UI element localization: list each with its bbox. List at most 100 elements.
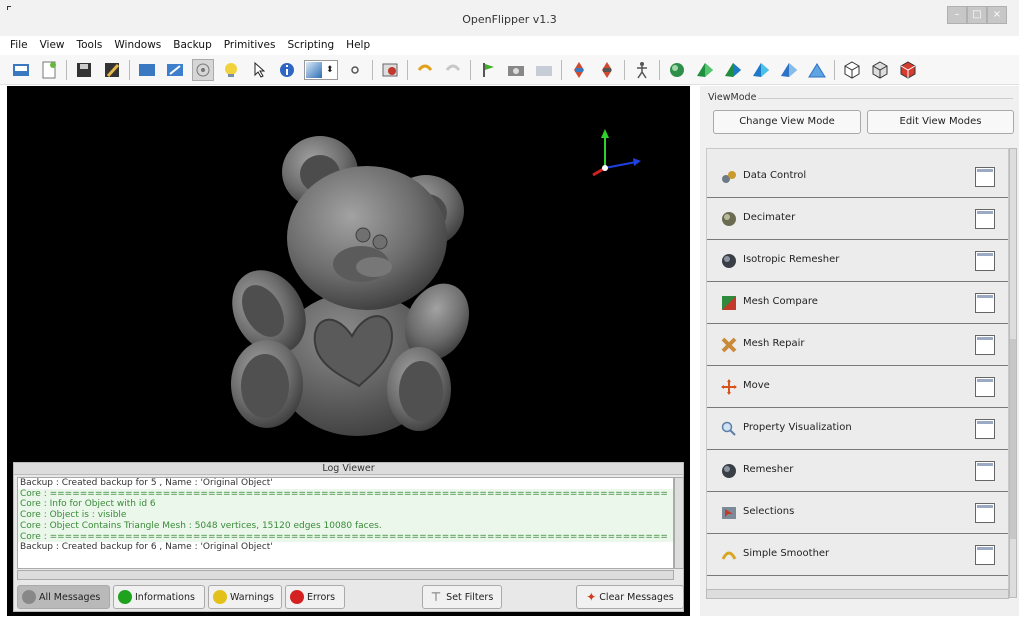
light-mode-icon[interactable] bbox=[220, 59, 242, 81]
log-vertical-scrollbar[interactable] bbox=[674, 477, 684, 569]
toolbox-label: Decimater bbox=[743, 212, 796, 223]
maximize-button[interactable]: □ bbox=[967, 6, 987, 24]
new-file-icon[interactable] bbox=[38, 59, 60, 81]
redo-icon[interactable] bbox=[442, 59, 464, 81]
wireframe-shaded-icon[interactable] bbox=[722, 59, 744, 81]
toolbox-decimater[interactable]: Decimater bbox=[707, 198, 1008, 240]
toolbox-property-visualization[interactable]: Property Visualization bbox=[707, 408, 1008, 450]
edit-view-icon[interactable] bbox=[164, 59, 186, 81]
simple-smoother-icon bbox=[721, 551, 737, 560]
toolbox-move[interactable]: Move bbox=[707, 366, 1008, 408]
snapshot-icon[interactable] bbox=[379, 59, 401, 81]
magnifier-icon bbox=[721, 421, 736, 436]
toolbox-toggle-checkbox[interactable] bbox=[975, 419, 995, 439]
toolbox-toggle-checkbox[interactable] bbox=[975, 167, 995, 187]
toolbox-toggle-checkbox[interactable] bbox=[975, 293, 995, 313]
save-as-icon[interactable] bbox=[101, 59, 123, 81]
data-control-icon bbox=[722, 171, 736, 183]
move-icon bbox=[721, 379, 737, 395]
toolbox-toggle-checkbox[interactable] bbox=[975, 503, 995, 523]
toolbox-simple-smoother[interactable]: Simple Smoother bbox=[707, 534, 1008, 576]
move-selection-icon[interactable] bbox=[596, 59, 618, 81]
toolbox-data-control[interactable]: Data Control bbox=[707, 156, 1008, 198]
toolbox-toggle-checkbox[interactable] bbox=[975, 461, 995, 481]
change-view-mode-button[interactable]: Change View Mode bbox=[713, 110, 861, 134]
toolbox-toggle-checkbox[interactable] bbox=[975, 335, 995, 355]
scene-icon[interactable] bbox=[533, 59, 555, 81]
close-button[interactable]: × bbox=[987, 6, 1007, 24]
warnings-button[interactable]: Warnings bbox=[208, 585, 282, 609]
menu-scripting[interactable]: Scripting bbox=[287, 36, 334, 54]
toolbox-label: Mesh Repair bbox=[743, 338, 805, 349]
triangle-icon[interactable] bbox=[806, 59, 828, 81]
toolbox-list: Data Control Decimater Isotropic Remeshe… bbox=[706, 148, 1009, 598]
background-color-combo[interactable]: ⬍ bbox=[304, 59, 338, 80]
stereo-icon[interactable] bbox=[344, 59, 366, 81]
toolbox-toggle-checkbox[interactable] bbox=[975, 377, 995, 397]
toolbox-label: Selections bbox=[743, 506, 795, 517]
menu-help[interactable]: Help bbox=[346, 36, 370, 54]
informations-button[interactable]: Informations bbox=[113, 585, 205, 609]
minimize-button[interactable]: – bbox=[947, 6, 967, 24]
menu-primitives[interactable]: Primitives bbox=[224, 36, 276, 54]
cube-red-icon[interactable] bbox=[897, 59, 919, 81]
menu-backup[interactable]: Backup bbox=[173, 36, 212, 54]
toolbox-horizontal-scrollbar[interactable] bbox=[706, 589, 1009, 599]
menu-tools[interactable]: Tools bbox=[77, 36, 103, 54]
undo-icon[interactable] bbox=[414, 59, 436, 81]
toolbox-label: Remesher bbox=[743, 464, 794, 475]
errors-button[interactable]: Errors bbox=[285, 585, 345, 609]
toolbox-label: Move bbox=[743, 380, 770, 391]
warnings-label: Warnings bbox=[230, 591, 275, 603]
set-filters-button[interactable]: ⊤ Set Filters bbox=[422, 585, 502, 609]
toolbox-mesh-repair[interactable]: Mesh Repair bbox=[707, 324, 1008, 366]
toolbox-mesh-compare[interactable]: Mesh Compare bbox=[707, 282, 1008, 324]
scrollbar-thumb[interactable] bbox=[1010, 339, 1016, 539]
faces-edges-icon[interactable] bbox=[778, 59, 800, 81]
toolbox-dock: ViewMode Change View Mode Edit View Mode… bbox=[700, 86, 1019, 616]
all-messages-button[interactable]: All Messages bbox=[17, 585, 110, 609]
log-filter-bar: All Messages Informations Warnings Error… bbox=[17, 585, 684, 609]
skeleton-icon[interactable] bbox=[631, 59, 653, 81]
mesh-compare-icon bbox=[722, 296, 736, 310]
log-messages[interactable]: Backup : Created backup for 5 , Name : '… bbox=[17, 477, 674, 569]
edit-view-modes-button[interactable]: Edit View Modes bbox=[867, 110, 1014, 134]
move-object-icon[interactable] bbox=[568, 59, 590, 81]
smooth-shaded-icon[interactable] bbox=[666, 59, 688, 81]
log-line: Backup : Created backup for 6 , Name : '… bbox=[20, 542, 273, 553]
menu-windows[interactable]: Windows bbox=[114, 36, 161, 54]
cube-solid-icon[interactable] bbox=[869, 59, 891, 81]
green-dot-icon bbox=[118, 590, 132, 604]
save-icon[interactable] bbox=[73, 59, 95, 81]
toolbox-toggle-checkbox[interactable] bbox=[975, 545, 995, 565]
clear-messages-button[interactable]: ✦ Clear Messages bbox=[576, 585, 684, 609]
toolbox-toggle-checkbox[interactable] bbox=[975, 209, 995, 229]
log-line: Core : Object Contains Triangle Mesh : 5… bbox=[18, 520, 673, 532]
toolbar-separator bbox=[659, 59, 660, 80]
red-dot-icon bbox=[290, 590, 304, 604]
log-horizontal-scrollbar[interactable] bbox=[17, 570, 674, 580]
toolbox-remesher[interactable]: Remesher bbox=[707, 450, 1008, 492]
camera-icon[interactable] bbox=[505, 59, 527, 81]
toolbox-isotropic-remesher[interactable]: Isotropic Remesher bbox=[707, 240, 1008, 282]
all-messages-label: All Messages bbox=[39, 591, 101, 603]
cube-wire-icon[interactable] bbox=[841, 59, 863, 81]
log-viewer-title: Log Viewer bbox=[14, 463, 683, 475]
toolbar-separator bbox=[834, 59, 835, 80]
flag-icon[interactable] bbox=[477, 59, 499, 81]
log-line: Core : Info for Object with id 6 bbox=[18, 499, 673, 511]
set-filters-label: Set Filters bbox=[446, 591, 494, 603]
window-view-icon[interactable] bbox=[136, 59, 158, 81]
toolbox-selections[interactable]: Selections bbox=[707, 492, 1008, 534]
load-file-icon[interactable] bbox=[10, 59, 32, 81]
pick-mode-icon[interactable] bbox=[248, 59, 270, 81]
window-corner-marker bbox=[7, 6, 11, 10]
info-icon[interactable] bbox=[276, 59, 298, 81]
flat-shaded-icon[interactable] bbox=[694, 59, 716, 81]
toolbox-vertical-scrollbar[interactable] bbox=[1009, 148, 1017, 598]
menu-file[interactable]: File bbox=[10, 36, 28, 54]
examine-mode-icon[interactable] bbox=[192, 58, 214, 81]
faces-icon[interactable] bbox=[750, 59, 772, 81]
toolbox-toggle-checkbox[interactable] bbox=[975, 251, 995, 271]
menu-view[interactable]: View bbox=[40, 36, 65, 54]
